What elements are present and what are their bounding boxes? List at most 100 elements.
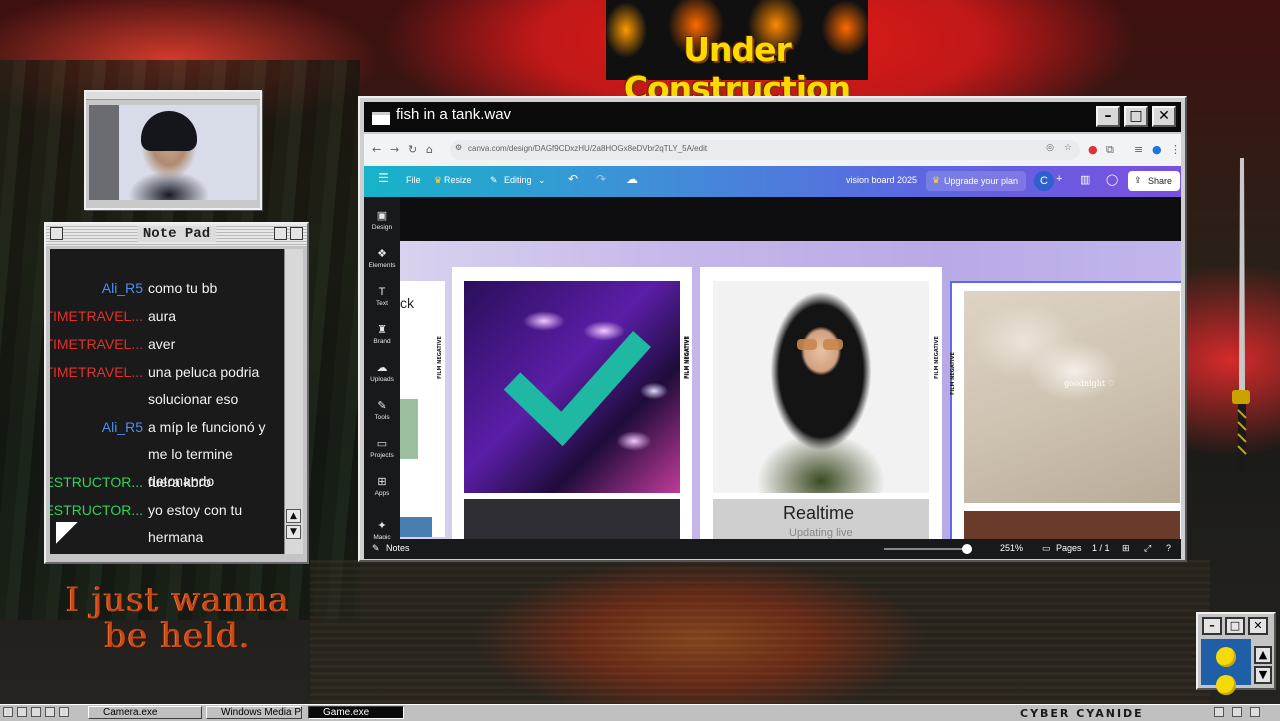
chevron-down-icon[interactable]: ⌄ [538, 175, 546, 186]
address-bar[interactable]: ⚙ canva.com/design/DAGf9CDxzHU/2a8HOGx8e… [450, 140, 1080, 160]
task-label: Windows Media Pla [221, 707, 302, 718]
zoom-slider-handle[interactable] [962, 544, 972, 554]
start-icon[interactable] [3, 707, 13, 717]
upgrade-plan-button[interactable]: ♛ Upgrade your plan [926, 171, 1026, 191]
user-avatar[interactable]: C [1034, 171, 1054, 191]
comments-icon[interactable]: ◯ [1106, 173, 1118, 186]
help-icon[interactable]: ? [1166, 543, 1171, 553]
notes-button[interactable]: Notes [386, 543, 410, 553]
sidebar-item-text[interactable]: T Text [364, 285, 400, 307]
quicklaunch-icon[interactable] [45, 707, 55, 717]
cloud-saved-icon[interactable]: ☁ [626, 172, 638, 186]
maximize-button[interactable]: □ [1124, 106, 1148, 127]
browser-window[interactable]: fish in a tank.wav – □ ✕ ← → ↻ ⌂ ⚙ canva… [358, 96, 1187, 562]
pages-icon[interactable]: ▭ [1042, 543, 1051, 554]
notepad-titlebar[interactable]: Note Pad [46, 224, 307, 246]
sidebar-label: Projects [370, 452, 394, 459]
tray-icon[interactable] [1214, 707, 1224, 717]
film-label: FILM NEGATIVE [685, 336, 691, 379]
undo-icon[interactable]: ↶ [568, 172, 578, 186]
forward-icon[interactable]: → [390, 143, 399, 156]
editing-mode-button[interactable]: Editing [504, 175, 532, 185]
chat-scrollbar[interactable]: ▲ ▼ [284, 249, 303, 554]
smiley-list [1201, 639, 1251, 695]
fullscreen-icon[interactable]: ⤢ [1144, 543, 1151, 554]
selected-photo-frame[interactable]: goodnight ♡ FILM NEGATIVE [950, 281, 1181, 539]
tray-icon[interactable] [1250, 707, 1260, 717]
back-icon[interactable]: ← [372, 143, 381, 156]
camera-window[interactable] [84, 90, 262, 210]
notepad-maximize-button[interactable] [290, 227, 303, 240]
widget-scroll-up-button[interactable]: ▲ [1254, 646, 1272, 664]
document-title[interactable]: vision board 2025 [846, 175, 917, 185]
grid-view-icon[interactable]: ⊞ [1122, 543, 1130, 554]
widget-maximize-button[interactable]: □ [1225, 617, 1245, 635]
widget-minimize-button[interactable]: – [1202, 617, 1222, 635]
notepad-menu-button[interactable] [50, 227, 63, 240]
chat-text: una peluca podria solucionar eso [148, 364, 260, 407]
sidebar-label: Tools [374, 414, 390, 421]
pages-button[interactable]: Pages [1056, 543, 1082, 553]
eye-off-icon[interactable]: ◎ [1046, 143, 1054, 153]
photo-fragment [400, 399, 418, 459]
widget-close-button[interactable]: ✕ [1248, 617, 1268, 635]
photo-frame[interactable]: ck [400, 281, 445, 537]
chat-username: TIMETRAVEL... [50, 364, 143, 380]
sidebar-item-elements[interactable]: ❖ Elements [364, 247, 400, 269]
hamburger-menu-icon[interactable]: ☰ [378, 171, 389, 185]
photo-frame[interactable]: Realtime Updating live FILM NEGATIVE FIL… [685, 267, 942, 539]
photo-frame[interactable]: FILM NEGATIVE FILM NEGATIVE [437, 267, 692, 539]
file-menu[interactable]: File [406, 175, 421, 185]
sidebar-label: Uploads [370, 376, 394, 383]
share-button[interactable]: ⇪ Share [1128, 171, 1180, 191]
zoom-slider[interactable] [884, 548, 970, 550]
minimize-button[interactable]: – [1096, 106, 1120, 127]
quicklaunch-icon[interactable] [17, 707, 27, 717]
camera-titlebar[interactable] [86, 92, 260, 100]
reload-icon[interactable]: ↻ [408, 143, 417, 156]
notepad-minimize-button[interactable] [274, 227, 287, 240]
smiley-widget-window[interactable]: – □ ✕ ▲ ▼ [1196, 612, 1276, 695]
home-icon[interactable]: ⌂ [426, 143, 433, 156]
profile-icon[interactable]: ● [1152, 143, 1162, 156]
scroll-up-button[interactable]: ▲ [286, 509, 301, 523]
add-collaborator-icon[interactable]: + [1056, 173, 1062, 185]
notes-icon[interactable]: ✎ [372, 543, 380, 554]
scroll-down-button[interactable]: ▼ [286, 525, 301, 539]
taskbar-media-player[interactable]: Windows Media Pla [206, 706, 302, 719]
vision-board[interactable]: ck FILM NEGATIVE FILM NEGATIVE Realtime … [400, 241, 1181, 539]
close-button[interactable]: ✕ [1152, 106, 1176, 127]
tools-icon: ✎ [377, 400, 387, 412]
sidebar-item-tools[interactable]: ✎ Tools [364, 399, 400, 421]
tab-search-icon[interactable]: ≡ [1134, 143, 1143, 156]
photo-fragment [964, 511, 1180, 539]
widget-scroll-down-button[interactable]: ▼ [1254, 666, 1272, 684]
quicklaunch-icon[interactable] [31, 707, 41, 717]
quicklaunch-icon[interactable] [59, 707, 69, 717]
task-label: Camera.exe [103, 707, 158, 718]
resize-button[interactable]: Resize [444, 175, 472, 185]
task-label: Game.exe [323, 707, 370, 718]
extension-icon[interactable]: ● [1088, 143, 1098, 156]
window-titlebar[interactable]: fish in a tank.wav – □ ✕ [364, 102, 1181, 132]
chrome-menu-icon[interactable]: ⋮ [1170, 143, 1181, 156]
sidebar-item-design[interactable]: ▣ Design [364, 209, 400, 231]
redo-icon[interactable]: ↷ [596, 172, 606, 186]
insights-chart-icon[interactable]: ▥ [1080, 173, 1090, 186]
sidebar-item-uploads[interactable]: ☁ Uploads [364, 361, 400, 383]
sidebar-item-brand[interactable]: ♜ Brand [364, 323, 400, 345]
taskbar: Camera.exe Windows Media Pla Game.exe CY… [0, 704, 1280, 721]
sidebar-item-apps[interactable]: ⊞ Apps [364, 475, 400, 497]
site-info-icon[interactable]: ⚙ [455, 143, 462, 152]
notepad-window[interactable]: Note Pad Ali_R5 como tu bb TIMETRAVEL...… [44, 222, 309, 564]
design-canvas[interactable]: ck FILM NEGATIVE FILM NEGATIVE Realtime … [400, 197, 1181, 539]
zoom-level[interactable]: 251% [1000, 543, 1023, 553]
sidebar-item-projects[interactable]: ▭ Projects [364, 437, 400, 459]
realtime-subtitle: Updating live [789, 527, 853, 539]
extensions-puzzle-icon[interactable]: ⧉ [1106, 143, 1114, 157]
tray-icon[interactable] [1232, 707, 1242, 717]
taskbar-game[interactable]: Game.exe [308, 706, 404, 719]
taskbar-camera[interactable]: Camera.exe [88, 706, 202, 719]
bookmark-star-icon[interactable]: ☆ [1064, 143, 1072, 153]
resize-corner-icon[interactable] [56, 522, 78, 544]
